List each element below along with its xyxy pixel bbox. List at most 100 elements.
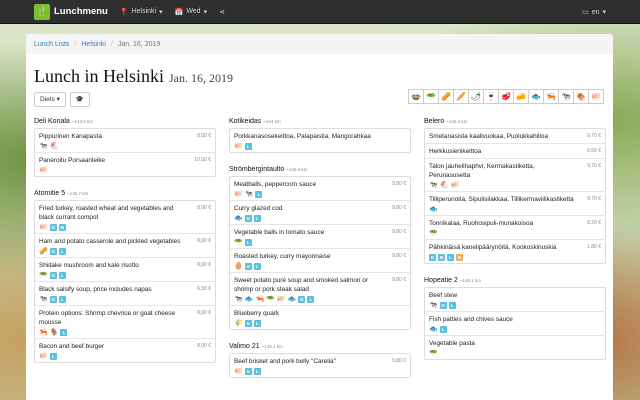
filter-icon-button[interactable]: 🥩 — [498, 89, 514, 104]
restaurant-header[interactable]: Strömbergintaulto ~145.6 km — [229, 162, 411, 176]
filter-icon-button[interactable]: 🍷 — [483, 89, 499, 104]
dish-tags: 🥗 — [429, 230, 601, 237]
filter-icon-button[interactable]: 🐄 — [558, 89, 574, 104]
menu-card: Pippurinen Kanapasta 8,50 € 🐄 🐔 Paneroitu Po… — [34, 128, 216, 177]
restaurant-name[interactable]: Atomitie 5 — [34, 190, 65, 197]
brand-name[interactable]: Lunchmenu — [54, 6, 108, 17]
diet-badge: L — [439, 326, 447, 333]
caret-icon: ▾ — [159, 8, 163, 16]
breadcrumb-city[interactable]: Helsinki — [81, 41, 106, 48]
filter-icon-button[interactable]: 🌶 — [468, 89, 484, 104]
dish-name: Curry glazed cod — [234, 205, 283, 212]
restaurant-block: Valimo 21 ~146.1 km Beef brisket and pork … — [229, 339, 411, 378]
dish-name: Bacon and beef burger — [39, 343, 105, 350]
ingredient-icon: 🌾 — [234, 320, 243, 327]
breadcrumb-separator: / — [74, 40, 77, 48]
graduation-cap-icon: 🎓 — [75, 96, 84, 103]
fork-knife-icon[interactable]: 🍴 — [34, 3, 50, 20]
allergen-filter-group: 🍲 🥗 🥜 🥖 🌶 🍷 🥩 🧀 🐟 🦐 🐄 🍖 🐖 — [408, 89, 604, 104]
ingredient-icon: 🥗 — [429, 230, 438, 237]
list-item: Talon jauhelihaphvi, Kermakastiketta, Pe… — [425, 159, 605, 192]
language-dropdown[interactable]: ▭ en ▾ — [582, 0, 606, 24]
dish-price: 8,90 € — [197, 205, 211, 211]
dish-price: 8,50 € — [197, 133, 211, 139]
restaurant-name[interactable]: Deli Konala — [34, 118, 70, 125]
dish-tags: 🐖 — [39, 167, 211, 174]
restaurant-distance: ~143.6 km — [71, 119, 93, 124]
filter-icon-button[interactable]: 🐟 — [528, 89, 544, 104]
filter-icon-button[interactable]: 🥖 — [453, 89, 469, 104]
list-item: Paneroitu Porsaanleike 10,50 € 🐖 — [35, 153, 215, 176]
list-item: Black salsify soup, price includes napas… — [35, 282, 215, 306]
filter-icon-button[interactable]: 🍲 — [408, 89, 424, 104]
day-label: Wed — [186, 8, 201, 15]
restaurant-name[interactable]: Valimo 21 — [229, 343, 260, 350]
dish-tags: 🌾 G L — [234, 320, 406, 327]
ingredient-icon: 🐟 — [429, 326, 438, 333]
restaurant-block: Belero ~145.5 km Smetanasista kaalivuokaa,… — [424, 114, 606, 264]
list-item: Sweet potato puré soup and smoked salmon… — [230, 273, 410, 306]
filter-icon-button[interactable]: 🦐 — [543, 89, 559, 104]
restaurant-column-3: Belero ~145.5 km Smetanasista kaalivuokaa,… — [424, 114, 606, 369]
dish-price: 6,50 € — [197, 286, 211, 292]
restaurant-header[interactable]: Valimo 21 ~146.1 km — [229, 339, 411, 353]
dish-name: Vegetable balls in tomato sauce — [234, 229, 325, 236]
ingredient-icon: 🐔 — [49, 143, 59, 150]
filter-icon-button[interactable]: 🥗 — [423, 89, 439, 104]
diet-badge: L — [253, 215, 261, 222]
list-item: Porkkanasosekeittoa, Palapaistia, Mangor… — [230, 129, 410, 152]
restaurant-name[interactable]: Strömbergintaulto — [229, 166, 284, 173]
restaurant-distance: ~145.7 km — [67, 191, 89, 196]
share-icon[interactable]: ⋖ — [219, 8, 225, 16]
restaurant-name[interactable]: Kotikeidas — [229, 118, 261, 125]
restaurant-block: Kotikeidas ~144 km Porkkanasosekeittoa, Pa… — [229, 114, 411, 153]
diet-badge: G — [244, 263, 252, 270]
page-title: Lunch in Helsinki Jan. 16, 2019 — [26, 54, 613, 87]
diets-button[interactable]: Diets ▾ — [34, 91, 66, 107]
restaurant-name[interactable]: Hopeatie 2 — [424, 277, 458, 284]
restaurant-header[interactable]: Belero ~145.5 km — [424, 114, 606, 128]
dish-tags: 🐄 🐔 — [39, 143, 211, 150]
dish-name: Vegetable pasta — [429, 340, 475, 347]
breadcrumb-lunch-lists[interactable]: Lunch Lists — [34, 41, 69, 48]
dish-price: 9,80 € — [392, 181, 406, 187]
restaurant-header[interactable]: Deli Konala ~143.6 km — [34, 114, 216, 128]
list-item: Roasted turkey, curry mayonnaise 9,80 € 🥚 G… — [230, 249, 410, 273]
restaurant-block: Strömbergintaulto ~145.6 km Meatballs, pep… — [229, 162, 411, 330]
diet-badge: L — [49, 353, 57, 360]
day-dropdown[interactable]: 📅 Wed ▾ — [175, 8, 208, 16]
menu-card: Porkkanasosekeittoa, Palapaistia, Mangor… — [229, 128, 411, 153]
restaurant-distance: ~145.6 km — [286, 167, 308, 172]
city-dropdown[interactable]: 📍 Helsinki ▾ — [120, 8, 163, 16]
dish-tags: 🦐 🐐 L — [39, 329, 211, 336]
menu-card: Beef brisket and pork belly "Carelia" 9,8… — [229, 353, 411, 378]
filter-icon-button[interactable]: 🐖 — [588, 89, 604, 104]
restaurant-header[interactable]: Atomitie 5 ~145.7 km — [34, 186, 216, 200]
ingredient-icon: 🐄 — [234, 296, 243, 303]
filter-icon-button[interactable]: 🧀 — [513, 89, 529, 104]
dish-name: Beef brisket and pork belly "Carelia" — [234, 358, 336, 365]
ingredient-icon: 🐄 — [244, 191, 254, 198]
diet-badge: M — [58, 224, 66, 231]
diets-label: Diets — [40, 95, 55, 103]
dish-price: 1,80 € — [587, 244, 601, 250]
diet-badge: G — [49, 224, 57, 231]
diet-badge: L — [244, 143, 252, 150]
restaurant-column-2: Kotikeidas ~144 km Porkkanasosekeittoa, Pa… — [229, 114, 411, 387]
filter-icon-button[interactable]: 🍖 — [573, 89, 589, 104]
dish-tags: GMLN — [429, 254, 601, 261]
dish-name: Blueberry quark — [234, 310, 280, 317]
graduation-cap-button[interactable]: 🎓 — [69, 91, 90, 107]
menu-card: Beef stew 🐄 G L Fish patties and chives sauc… — [424, 287, 606, 360]
diet-badge: L — [255, 191, 263, 198]
dish-tags: 🐄 🐔 🐖 — [429, 182, 601, 189]
dish-name: Fish patties and chives sauce — [429, 316, 513, 323]
restaurant-header[interactable]: Kotikeidas ~144 km — [229, 114, 411, 128]
restaurant-name[interactable]: Belero — [424, 118, 444, 125]
dish-tags: 🐄 G L — [429, 302, 601, 309]
dish-price: 9,80 € — [392, 253, 406, 259]
filter-icon-button[interactable]: 🥜 — [438, 89, 454, 104]
restaurant-header[interactable]: Hopeatie 2 ~146.1 km — [424, 273, 606, 287]
diet-badge: N — [456, 254, 463, 261]
navbar: 🍴 Lunchmenu 📍 Helsinki ▾ 📅 Wed ▾ ⋖ ▭ en … — [0, 0, 640, 24]
